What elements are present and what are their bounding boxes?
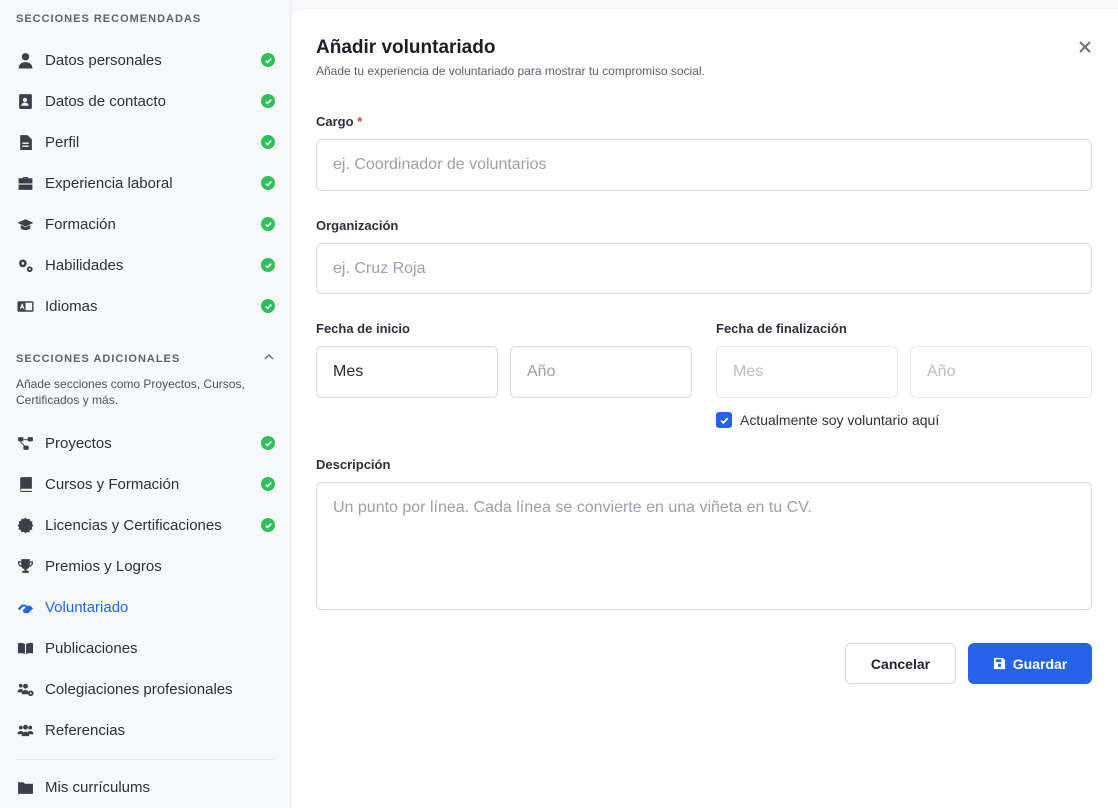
cancel-button[interactable]: Cancelar [845, 643, 956, 684]
sidebar-item-label: Proyectos [45, 435, 112, 452]
organization-label: Organización [316, 218, 399, 233]
sidebar-divider [16, 759, 274, 760]
additional-sections-title: SECCIONES ADICIONALES [16, 353, 181, 365]
recommended-sections-title: SECCIONES RECOMENDADAS [16, 13, 202, 25]
graduation-cap-icon [16, 216, 34, 234]
sidebar-item-label: Publicaciones [45, 640, 138, 657]
cargo-label-text: Cargo [316, 114, 354, 129]
sidebar-item-colegiaciones[interactable]: Colegiaciones profesionales [0, 669, 290, 710]
sidebar-item-label: Colegiaciones profesionales [45, 681, 233, 698]
check-circle-icon [261, 477, 275, 491]
sidebar-item-label: Formación [45, 216, 116, 233]
check-circle-icon [261, 299, 275, 313]
sidebar-item-idiomas[interactable]: Idiomas [0, 286, 290, 327]
sidebar-item-label: Licencias y Certificaciones [45, 517, 222, 534]
check-circle-icon [261, 135, 275, 149]
end-year-input[interactable]: Año [910, 346, 1092, 398]
sidebar-item-label: Idiomas [45, 298, 98, 315]
document-icon [16, 134, 34, 152]
sidebar-item-licencias[interactable]: Licencias y Certificaciones [0, 505, 290, 546]
users-cog-icon [16, 681, 34, 699]
end-month-select[interactable]: Mes [716, 346, 898, 398]
start-year-input[interactable]: Año [510, 346, 692, 398]
hands-helping-icon [16, 599, 34, 617]
sidebar-item-datos-personales[interactable]: Datos personales [0, 40, 290, 81]
additional-sections-description: Añade secciones como Proyectos, Cursos, … [16, 377, 245, 407]
organization-input[interactable]: ej. Cruz Roja [316, 243, 1092, 294]
sidebar-item-label: Datos de contacto [45, 93, 166, 110]
sidebar-item-referencias[interactable]: Referencias [0, 710, 290, 751]
page-title: Añadir voluntariado [316, 37, 496, 58]
sidebar-item-perfil[interactable]: Perfil [0, 122, 290, 163]
sidebar-item-proyectos[interactable]: Proyectos [0, 423, 290, 464]
check-circle-icon [261, 436, 275, 450]
users-icon [16, 722, 34, 740]
cargo-label: Cargo * [316, 114, 362, 129]
sidebar-item-label: Premios y Logros [45, 558, 162, 575]
close-icon[interactable] [1076, 38, 1094, 56]
briefcase-icon [16, 175, 34, 193]
start-date-label: Fecha de inicio [316, 321, 410, 336]
sidebar-item-label: Habilidades [45, 257, 124, 274]
sidebar-item-voluntariado[interactable]: Voluntariado [0, 587, 290, 628]
sidebar-item-label: Experiencia laboral [45, 175, 173, 192]
sidebar-item-label: Perfil [45, 134, 80, 151]
user-icon [16, 52, 34, 70]
check-circle-icon [261, 258, 275, 272]
trophy-icon [16, 558, 34, 576]
required-asterisk: * [357, 114, 363, 129]
sidebar-item-formacion[interactable]: Formación [0, 204, 290, 245]
sidebar-item-label: Datos personales [45, 52, 162, 69]
add-volunteering-panel: Añadir voluntariado Añade tu experiencia… [292, 10, 1118, 808]
sidebar-item-premios[interactable]: Premios y Logros [0, 546, 290, 587]
folder-icon [16, 779, 34, 797]
sidebar-item-habilidades[interactable]: Habilidades [0, 245, 290, 286]
save-button-label: Guardar [1012, 655, 1068, 672]
end-date-label: Fecha de finalización [716, 321, 847, 336]
chevron-up-icon[interactable] [262, 350, 276, 364]
sidebar-item-mis-curriculums[interactable]: Mis currículums [0, 767, 290, 808]
certificate-icon [16, 517, 34, 535]
description-textarea[interactable]: Un punto por línea. Cada línea se convie… [316, 482, 1092, 610]
cargo-input[interactable]: ej. Coordinador de voluntarios [316, 139, 1092, 191]
sidebar-item-datos-contacto[interactable]: Datos de contacto [0, 81, 290, 122]
check-circle-icon [261, 176, 275, 190]
sidebar-item-label: Mis currículums [45, 779, 151, 796]
check-circle-icon [261, 217, 275, 231]
sidebar-item-label: Referencias [45, 722, 126, 739]
sidebar: SECCIONES RECOMENDADAS Datos personales … [0, 0, 291, 808]
sidebar-item-experiencia-laboral[interactable]: Experiencia laboral [0, 163, 290, 204]
save-icon [993, 657, 1005, 670]
language-icon [16, 298, 34, 316]
save-button[interactable]: Guardar [968, 643, 1092, 684]
checkmark-icon [720, 417, 728, 424]
contact-card-icon [16, 93, 34, 111]
check-circle-icon [261, 518, 275, 532]
current-volunteer-checkbox[interactable] [716, 412, 732, 428]
current-volunteer-label: Actualmente soy voluntario aquí [740, 412, 940, 428]
open-book-icon [16, 640, 34, 658]
sidebar-item-label: Cursos y Formación [45, 476, 180, 493]
page-subtitle: Añade tu experiencia de voluntariado par… [316, 64, 705, 78]
start-month-select[interactable]: Mes [316, 346, 498, 398]
project-diagram-icon [16, 435, 34, 453]
check-circle-icon [261, 94, 275, 108]
sidebar-item-publicaciones[interactable]: Publicaciones [0, 628, 290, 669]
current-volunteer-checkbox-row[interactable]: Actualmente soy voluntario aquí [716, 412, 939, 428]
book-icon [16, 476, 34, 494]
sidebar-item-cursos[interactable]: Cursos y Formación [0, 464, 290, 505]
gears-icon [16, 257, 34, 275]
sidebar-item-label: Voluntariado [45, 599, 129, 616]
check-circle-icon [261, 53, 275, 67]
description-label: Descripción [316, 457, 391, 472]
